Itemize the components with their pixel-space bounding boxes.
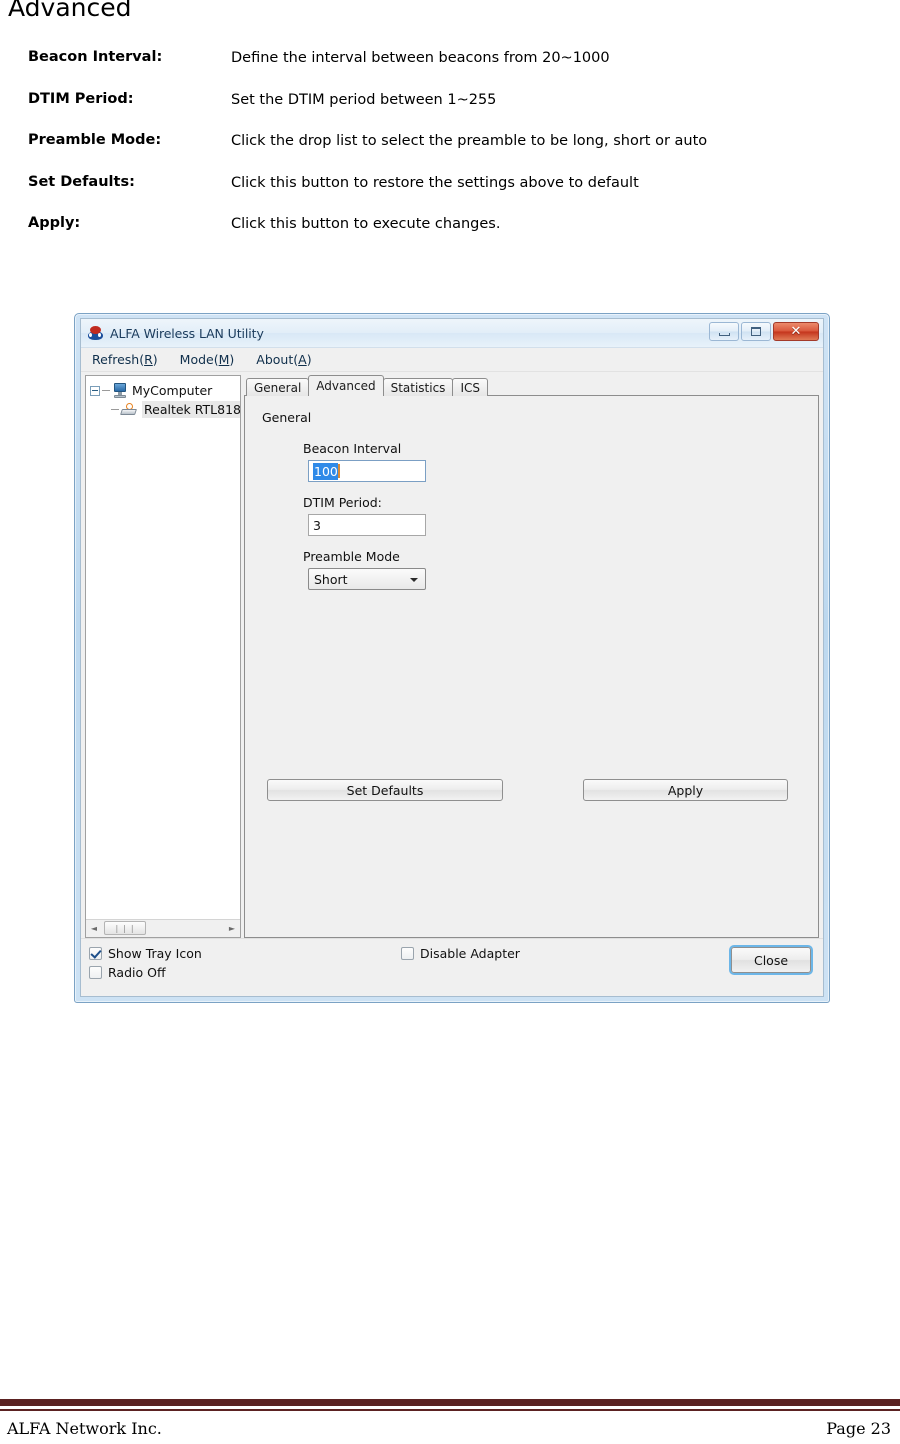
window-client-area: ALFA Wireless LAN Utility ✕ Refresh(R) M… [80,318,824,997]
close-button[interactable]: Close [731,947,811,973]
definition-term: Set Defaults: [28,173,135,190]
definition-description: Define the interval between beacons from… [231,50,610,66]
window-controls: ✕ [709,322,819,341]
definition-row: Apply: Click this button to execute chan… [28,214,828,235]
definition-description: Click this button to restore the setting… [231,174,639,191]
definition-list: Beacon Interval: Define the interval bet… [28,48,828,256]
device-tree-panel: MyComputer Realtek RTL818 ◄ ❘❘❘ ► [85,375,241,938]
tab-panel: General Advanced Statistics ICS General … [244,375,819,938]
window-body: MyComputer Realtek RTL818 ◄ ❘❘❘ ► Genera… [81,372,823,938]
dtim-period-label: DTIM Period: [303,495,382,510]
tree-node-label: Realtek RTL818 [142,401,240,418]
preamble-mode-value: Short [314,571,348,587]
dtim-period-value: 3 [313,517,321,533]
tree-node-adapter[interactable]: Realtek RTL818 [90,400,240,419]
menu-label-pre: About( [256,352,299,367]
menu-label-post: ) [229,352,235,367]
scroll-left-arrow-icon[interactable]: ◄ [86,920,102,937]
alfa-wireless-lan-utility-window: ALFA Wireless LAN Utility ✕ Refresh(R) M… [74,313,830,1003]
definition-term: Beacon Interval: [28,49,163,65]
scroll-right-arrow-icon[interactable]: ► [224,920,240,937]
radio-off-label: Radio Off [108,965,166,980]
preamble-mode-label: Preamble Mode [303,549,400,564]
footer-rule-thick [0,1399,900,1406]
set-defaults-button[interactable]: Set Defaults [267,779,503,801]
advanced-tab-content: General Beacon Interval 100 DTIM Period:… [244,395,819,938]
footer-company: ALFA Network Inc. [7,1419,162,1438]
disable-adapter-checkbox-row[interactable]: Disable Adapter [401,944,520,963]
menu-item-about[interactable]: About(A) [253,350,314,369]
definition-description: Click this button to execute changes. [231,216,501,233]
minimize-button[interactable] [709,322,739,341]
beacon-interval-value: 100 [313,462,338,480]
tab-ics[interactable]: ICS [452,378,488,396]
disable-adapter-checkbox[interactable] [401,947,414,960]
menubar: Refresh(R) Mode(M) About(A) [81,348,823,372]
show-tray-icon-checkbox[interactable] [89,947,102,960]
definition-description: Set the DTIM period between 1~255 [231,91,497,108]
general-group-label: General [262,410,312,425]
scrollbar-thumb[interactable]: ❘❘❘ [104,921,146,935]
menu-item-mode[interactable]: Mode(M) [177,350,238,369]
close-window-button[interactable]: ✕ [773,322,819,341]
definition-term: Preamble Mode: [28,132,162,149]
collapse-expander-icon[interactable] [90,385,100,396]
device-tree: MyComputer Realtek RTL818 [86,376,240,919]
tabstrip: General Advanced Statistics ICS [244,375,819,396]
tree-horizontal-scrollbar[interactable]: ◄ ❘❘❘ ► [86,919,240,937]
tree-connector [111,409,119,410]
beacon-interval-label: Beacon Interval [303,441,402,456]
definition-term: DTIM Period: [28,90,134,107]
wireless-adapter-icon [120,402,138,417]
definition-row: Set Defaults: Click this button to resto… [28,173,828,194]
preamble-mode-dropdown[interactable]: Short [308,568,426,590]
radio-off-checkbox-row[interactable]: Radio Off [89,963,815,982]
menu-accel: A [298,352,307,367]
definition-row: DTIM Period: Set the DTIM period between… [28,90,828,111]
radio-off-checkbox[interactable] [89,966,102,979]
footer-page-number: Page 23 [826,1419,891,1438]
tree-node-mycomputer[interactable]: MyComputer [90,381,240,400]
menu-label-post: ) [152,352,158,367]
menu-label-pre: Mode( [179,352,219,367]
window-bottom-bar: Show Tray Icon Radio Off Disable Adapter… [81,938,823,996]
page-title: Advanced [8,0,132,22]
disable-adapter-label: Disable Adapter [420,946,520,961]
dtim-period-input[interactable]: 3 [308,514,426,536]
chevron-down-icon [410,578,418,582]
footer-rule-thin [0,1409,900,1411]
tab-statistics[interactable]: Statistics [382,378,454,396]
definition-row: Preamble Mode: Click the drop list to se… [28,131,828,152]
window-title: ALFA Wireless LAN Utility [110,325,264,341]
tab-advanced[interactable]: Advanced [308,375,384,396]
maximize-button[interactable] [741,322,771,341]
definition-term: Apply: [28,215,81,232]
menu-label-post: ) [306,352,312,367]
definition-description: Click the drop list to select the preamb… [231,133,708,150]
tab-general[interactable]: General [246,378,310,396]
show-tray-icon-label: Show Tray Icon [108,946,202,961]
minimize-icon [718,332,730,336]
maximize-icon [751,327,761,336]
tree-connector [102,390,110,391]
computer-icon [112,383,128,398]
definition-row: Beacon Interval: Define the interval bet… [28,48,828,69]
menu-accel: R [144,352,153,367]
tree-node-label: MyComputer [132,383,213,398]
beacon-interval-input[interactable]: 100 [308,460,426,482]
scrollbar-track[interactable]: ❘❘❘ [102,920,224,937]
menu-item-refresh[interactable]: Refresh(R) [89,350,161,369]
apply-button[interactable]: Apply [583,779,788,801]
window-titlebar: ALFA Wireless LAN Utility ✕ [81,319,823,348]
text-caret [337,464,340,478]
close-icon: ✕ [790,324,802,339]
menu-label-pre: Refresh( [92,352,145,367]
menu-accel: M [218,352,230,367]
alfa-logo-icon [87,325,104,342]
